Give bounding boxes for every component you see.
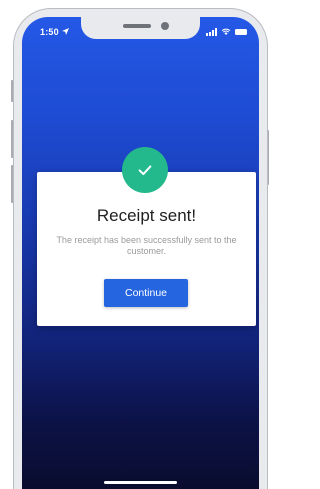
dialog-title: Receipt sent! (96, 206, 197, 225)
status-bar-indicators (206, 27, 247, 36)
wifi-icon (221, 28, 231, 35)
location-arrow-icon (61, 28, 69, 35)
speaker-grille (123, 24, 151, 28)
app-screen: 1:50 Receipt sent! The receipt has been … (22, 17, 259, 489)
success-badge (122, 147, 168, 193)
front-camera (161, 22, 169, 30)
device-mockup: 1:50 Receipt sent! The receipt has been … (0, 0, 277, 489)
dialog-message: The receipt has been successfully sent t… (56, 235, 237, 256)
continue-button[interactable]: Continue (104, 279, 188, 307)
checkmark-icon (138, 165, 152, 176)
time-text: 1:50 (40, 27, 59, 37)
battery-icon (235, 29, 247, 35)
receipt-sent-dialog: Receipt sent! The receipt has been succe… (37, 172, 256, 326)
home-indicator[interactable] (104, 481, 177, 484)
cellular-signal-icon (206, 28, 217, 36)
notch (81, 17, 200, 39)
status-bar-time: 1:50 (40, 27, 69, 37)
